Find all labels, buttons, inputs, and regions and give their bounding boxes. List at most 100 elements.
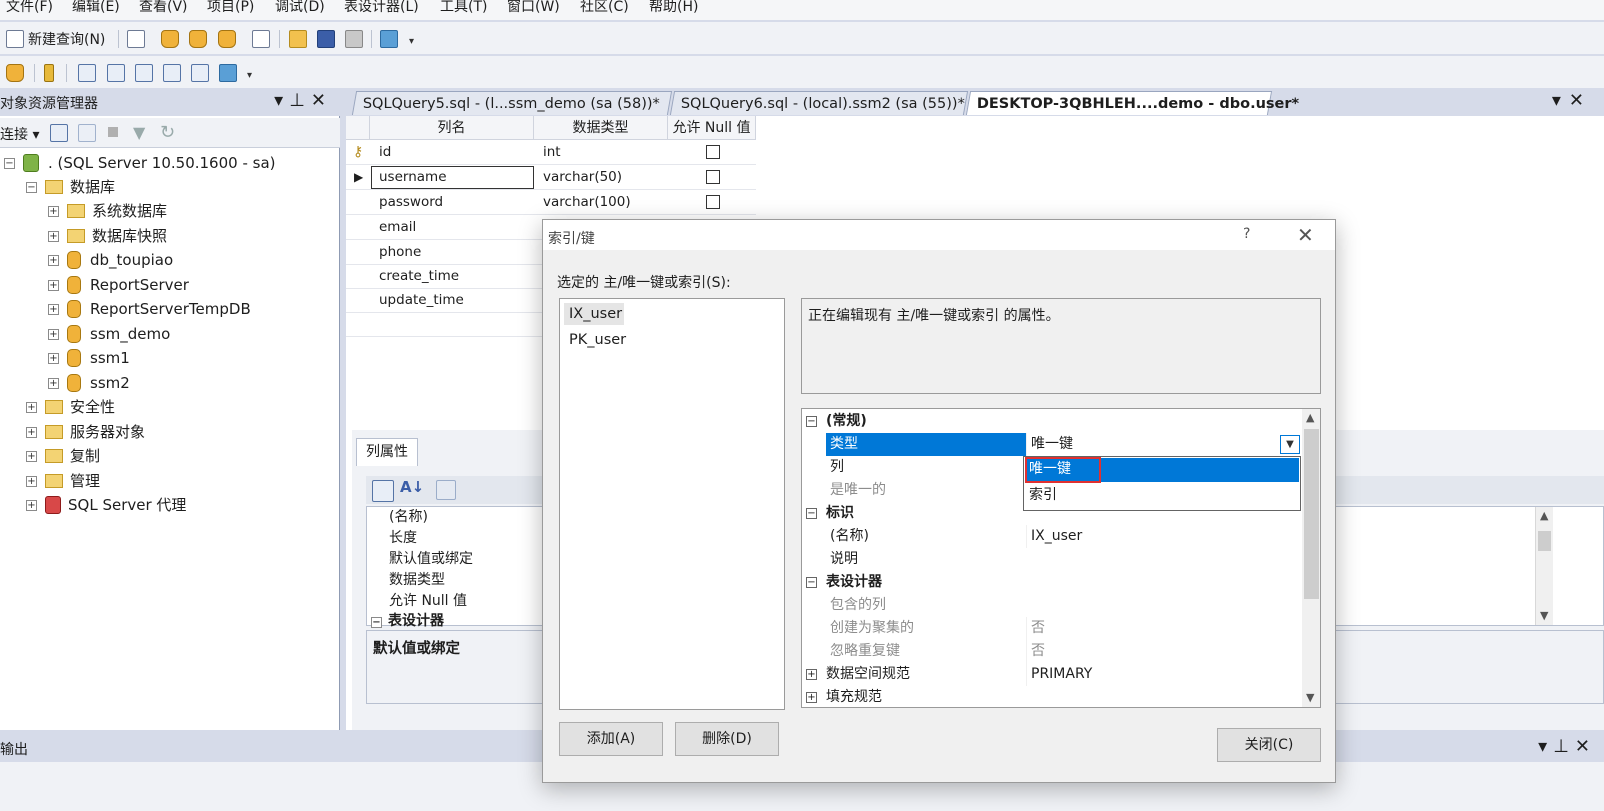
prop-type[interactable]: 类型 唯一键 ▼ [802,433,1302,456]
activity-monitor-icon[interactable] [380,30,398,48]
expand-icon[interactable]: + [26,401,37,413]
print-icon[interactable] [345,30,363,48]
tab-table-designer[interactable]: DESKTOP-3QBHLEH....demo - dbo.user* [965,91,1299,115]
menu-tools[interactable]: 工具(T) [440,0,487,20]
expand-icon[interactable]: + [48,303,59,315]
column-name-cell[interactable]: email [379,215,416,240]
disconnect-icon[interactable] [78,124,96,142]
scrollbar-thumb[interactable] [1538,531,1551,551]
scrollbar-thumb[interactable] [1304,429,1319,599]
menu-debug[interactable]: 调试(D) [275,0,325,20]
tree-server[interactable]: − . (SQL Server 10.50.1600 - sa) [4,152,276,174]
tree-item-reportserver[interactable]: + ReportServer [48,274,189,296]
expand-icon[interactable]: + [806,692,817,703]
prop-length[interactable]: 长度 [389,528,417,549]
connect-button[interactable]: 连接 ▾ [0,124,39,144]
close-dialog-icon[interactable]: ✕ [1297,223,1314,247]
refresh-icon[interactable]: ↻ [160,122,175,143]
data-type-cell[interactable]: varchar(50) [543,165,622,190]
scroll-up-icon[interactable]: ▲ [1540,509,1548,522]
scroll-up-icon[interactable]: ▲ [1306,411,1314,424]
menu-view[interactable]: 查看(V) [139,0,188,20]
expand-icon[interactable]: + [26,450,37,462]
tree-item-ssm2[interactable]: + ssm2 [48,372,130,394]
expand-icon[interactable]: + [48,328,59,340]
prop-allow-null[interactable]: 允许 Null 值 [389,591,467,612]
properties-scrollbar[interactable]: ▲ ▼ [1302,409,1320,707]
prop-data-space[interactable]: + 数据空间规范 PRIMARY [802,663,1302,686]
prop-data-type[interactable]: 数据类型 [389,570,445,591]
menu-help[interactable]: 帮助(H) [649,0,698,20]
close-icon[interactable]: ✕ [1575,736,1596,757]
help-icon[interactable]: ? [1243,226,1250,242]
chevron-down-icon[interactable]: ▼ [1280,435,1300,454]
pin-icon[interactable]: ⊥ [289,90,311,111]
tree-item-security[interactable]: + 安全性 [26,396,115,418]
window-position-icon[interactable]: ▾ [1538,736,1553,757]
expand-icon[interactable]: + [48,254,59,266]
expand-icon[interactable]: + [48,279,59,291]
tree-item-ssm1[interactable]: + ssm1 [48,347,130,369]
expand-icon[interactable]: + [48,377,59,389]
prop-default-binding[interactable]: 默认值或绑定 [389,549,473,570]
menu-window[interactable]: 窗口(W) [507,0,560,20]
menu-file[interactable]: 文件(F) [6,0,53,20]
expand-icon[interactable]: + [48,230,59,242]
expand-icon[interactable]: + [806,669,817,680]
set-primary-key-icon[interactable] [44,64,54,82]
expand-icon[interactable]: + [26,499,37,511]
list-item-pk-user[interactable]: PK_user [564,329,626,351]
database-engine-query-icon[interactable] [161,30,179,48]
table-row[interactable]: ⚷ id int [346,140,756,165]
prop-value[interactable]: 否 [1026,617,1302,640]
tree-item-reportservertempdb[interactable]: + ReportServerTempDB [48,298,251,320]
tab-column-properties[interactable]: 列属性 [356,438,418,466]
menu-edit[interactable]: 编辑(E) [72,0,120,20]
column-name-cell[interactable]: create_time [379,264,459,289]
data-type-cell[interactable]: int [543,140,561,165]
close-icon[interactable]: ✕ [311,90,332,111]
prop-name[interactable]: (名称) [389,507,428,528]
menu-community[interactable]: 社区(C) [580,0,629,20]
xml-index-icon[interactable] [163,64,181,82]
relationships-icon[interactable] [78,64,96,82]
collapse-icon[interactable]: − [26,181,37,193]
allow-null-checkbox[interactable] [706,145,720,159]
collapse-icon[interactable]: − [806,508,817,519]
spatial-index-icon[interactable] [219,64,237,82]
collapse-icon[interactable]: − [4,157,15,169]
tab-sqlquery6[interactable]: SQLQuery6.sql - (local).ssm2 (sa (55))* [669,91,969,115]
alphabetical-sort-icon[interactable]: A↓ [400,478,424,496]
collapse-icon[interactable]: − [806,577,817,588]
active-files-icon[interactable]: ▾ [1552,90,1569,111]
toolbar-overflow-icon[interactable]: ▾ [409,36,414,47]
tree-databases[interactable]: − 数据库 [26,176,115,198]
expand-icon[interactable]: + [26,426,37,438]
close-button[interactable]: 关闭(C) [1217,728,1321,762]
collapse-icon[interactable]: − [806,416,817,427]
column-name-cell[interactable]: phone [379,240,421,265]
expand-icon[interactable]: + [48,352,59,364]
open-file-icon[interactable] [289,30,307,48]
prop-value[interactable]: PRIMARY [1026,663,1302,686]
expand-icon[interactable]: + [26,475,37,487]
tree-item-server-objects[interactable]: + 服务器对象 [26,421,145,443]
tree-item-db-toupiao[interactable]: + db_toupiao [48,249,173,271]
compact-query-icon[interactable] [252,30,270,48]
table-row[interactable]: password varchar(100) [346,190,756,215]
new-file-icon[interactable] [127,30,145,48]
close-document-icon[interactable]: ✕ [1569,90,1592,111]
pin-icon[interactable]: ⊥ [1553,736,1575,757]
allow-null-checkbox[interactable] [706,170,720,184]
property-pages-icon[interactable] [436,480,456,500]
dropdown-option-index[interactable]: 索引 [1025,484,1299,506]
prop-fill-spec[interactable]: + 填充规范 [802,686,1302,707]
stop-icon[interactable] [108,127,118,137]
scroll-down-icon[interactable]: ▼ [1540,609,1548,622]
dropdown-option-unique-key[interactable]: 唯一键 [1025,457,1299,483]
list-item-ix-user[interactable]: IX_user [564,303,624,325]
save-icon[interactable] [317,30,335,48]
category-general[interactable]: − (常规) [802,410,1302,433]
menu-project[interactable]: 项目(P) [207,0,254,20]
tree-item-replication[interactable]: + 复制 [26,445,100,467]
